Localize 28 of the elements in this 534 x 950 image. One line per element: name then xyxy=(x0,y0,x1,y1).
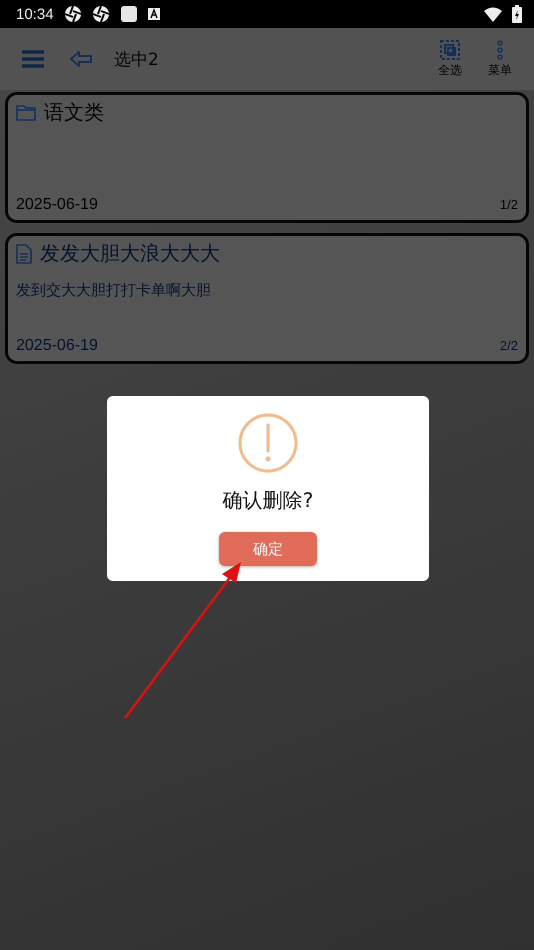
warning-icon xyxy=(238,413,298,473)
more-icon xyxy=(496,40,504,60)
confirm-button[interactable]: 确定 xyxy=(219,532,317,566)
aperture-icon xyxy=(64,5,82,23)
card-position: 1/2 xyxy=(500,197,518,212)
wifi-icon xyxy=(484,6,502,22)
dialog-message: 确认删除? xyxy=(222,487,314,514)
square-icon xyxy=(120,5,138,23)
note-card[interactable]: 语文类 2025-06-19 1/2 xyxy=(5,92,529,223)
card-position: 2/2 xyxy=(500,338,518,353)
menu-button[interactable]: 菜单 xyxy=(478,40,522,78)
aperture-icon xyxy=(92,5,110,23)
note-card[interactable]: 发发大胆大浪大大大 发到交大大胆打打卡单啊大胆 2025-06-19 2/2 xyxy=(5,233,529,364)
card-date: 2025-06-19 xyxy=(16,196,98,214)
card-title: 语文类 xyxy=(44,99,104,126)
clock: 10:34 xyxy=(16,6,54,22)
card-date: 2025-06-19 xyxy=(16,337,98,355)
card-title: 发发大胆大浪大大大 xyxy=(40,240,220,267)
menu-icon[interactable] xyxy=(22,50,44,68)
folder-icon xyxy=(16,104,36,120)
select-all-button[interactable]: 全选 xyxy=(428,40,472,78)
document-icon xyxy=(16,244,32,264)
selection-title: 选中2 xyxy=(114,48,160,70)
select-all-icon xyxy=(440,40,460,60)
keyboard-icon xyxy=(148,8,160,20)
card-preview: 发到交大大胆打打卡单啊大胆 xyxy=(16,281,212,300)
back-arrow-icon[interactable] xyxy=(70,51,92,67)
battery-icon xyxy=(512,5,522,23)
